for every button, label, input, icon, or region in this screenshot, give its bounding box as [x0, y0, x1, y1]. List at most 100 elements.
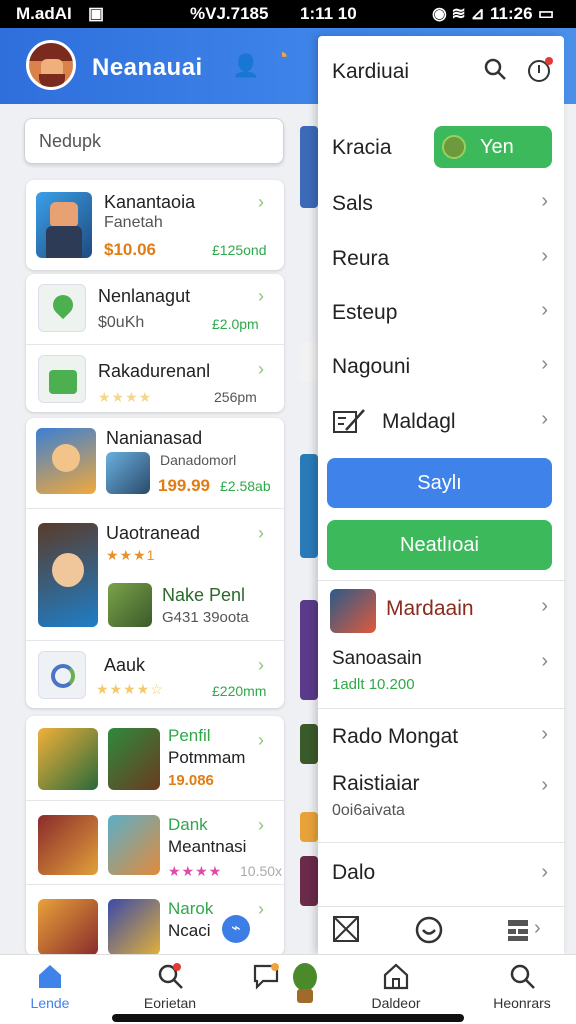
list-item[interactable]: Penfil Potmmam 19.086 ›: [26, 716, 284, 800]
item-meta: 256pm: [214, 389, 257, 405]
game-thumbnail: [36, 192, 92, 258]
menu-item-label: Mardaain: [386, 597, 474, 620]
user-icon[interactable]: 👤: [232, 52, 260, 80]
chevron-right-icon: ›: [258, 815, 264, 835]
nav-label: Daldeor: [371, 995, 421, 1011]
menu-item[interactable]: Nagouni ›: [318, 339, 564, 393]
search-icon: [472, 961, 572, 995]
item-title: Penfil: [168, 726, 211, 745]
chevron-right-icon: ›: [541, 245, 548, 267]
home-outline-icon: [346, 961, 446, 995]
menu-item[interactable]: Sals ›: [318, 176, 564, 230]
nav-item-search-2[interactable]: Heonrars: [472, 961, 572, 1011]
menu-item-label: Dalo: [332, 861, 376, 884]
status-time: 11:26: [490, 4, 533, 23]
chevron-right-icon: ›: [541, 408, 548, 430]
rating-stars: ★★★★☆: [96, 681, 164, 697]
item-meta: £2.0pm: [212, 316, 259, 332]
menu-item[interactable]: Mardaain ›: [318, 580, 564, 636]
avatar[interactable]: [26, 40, 76, 90]
menu-item[interactable]: Sanoasain 1adlt 10.200 ›: [318, 636, 564, 704]
menu-item-label: Maldagl: [382, 410, 456, 433]
rating-stars: ★★★★: [98, 389, 153, 405]
game-thumbnail: [36, 428, 96, 494]
list-item[interactable]: Rakadurenanl ★★★★ 256pm ›: [26, 344, 284, 412]
menu-item[interactable]: Maldagl ›: [318, 394, 564, 448]
chevron-right-icon: ›: [258, 655, 264, 675]
chevron-right-icon: ›: [534, 917, 541, 939]
plant-icon: [38, 355, 86, 403]
chevron-right-icon: ›: [258, 523, 264, 543]
rating-stars: ★★★★: [168, 863, 223, 879]
page-title: Neanauai: [92, 54, 203, 81]
item-subtitle: $0uKh: [98, 314, 145, 331]
drawer-title: Kardiuai: [332, 60, 410, 83]
chevron-right-icon: ›: [541, 723, 548, 745]
status-center2: 1:11 10: [300, 4, 357, 23]
menu-item[interactable]: Esteup ›: [318, 285, 564, 339]
nav-label: Eorietan: [143, 995, 197, 1011]
item-subtitle: Danadomorl: [160, 452, 237, 468]
item-meta: G431 39oota: [162, 609, 249, 626]
item-price: 199.99: [158, 476, 210, 495]
item-subtitle: Fanetah: [104, 214, 163, 231]
nav-label: Heonrars: [493, 995, 551, 1011]
image-icon[interactable]: [332, 915, 360, 948]
nav-item-home[interactable]: Lende: [0, 961, 100, 1011]
game-thumbnail: [106, 452, 150, 494]
item-subtitle: Potmmam: [168, 748, 246, 767]
secondary-button[interactable]: Neatlıoai: [327, 520, 552, 570]
list-card: Penfil Potmmam 19.086 › Dank Meantnasi ★…: [26, 716, 284, 956]
list-item[interactable]: Dank Meantnasi ★★★★ 10.50x ›: [26, 800, 284, 884]
list-item[interactable]: Nanianasad Danadomorl 199.99 £2.58ab: [26, 418, 284, 508]
item-title: Aauk: [104, 655, 146, 675]
item-subtitle: Ncaci: [168, 921, 211, 940]
game-thumbnail: [108, 728, 160, 790]
nav-item-search[interactable]: Eorietan: [120, 961, 220, 1011]
menu-item-label: Nagouni: [332, 355, 411, 378]
item-meta: £125ond: [212, 242, 267, 258]
status-bar: M.adAI ▣ %VJ.7185 1:11 10 ◉ ≋ ⊿ 11:26 ▭: [0, 0, 576, 28]
primary-button[interactable]: Saylı: [327, 458, 552, 508]
list-item[interactable]: Aauk ★★★★☆ £220mm ›: [26, 640, 284, 708]
game-thumbnail: [108, 815, 160, 875]
rating-stars: ★★★1: [106, 547, 156, 563]
list-item[interactable]: Nenlanagut $0uKh £2.0pm ›: [26, 274, 284, 344]
search-input[interactable]: Nedupk: [24, 118, 284, 164]
list-card: Nanianasad Danadomorl 199.99 £2.58ab Uao…: [26, 418, 284, 708]
menu-item[interactable]: Raistiaiar 0oi6aivata ›: [318, 764, 564, 834]
menu-item-label: Rado Mongat: [332, 725, 459, 748]
item-meta: 10.50x: [240, 863, 283, 879]
search-icon: [120, 961, 220, 995]
chat-bubble-icon[interactable]: ◔: [268, 42, 296, 70]
menu-item[interactable]: Reura ›: [318, 231, 564, 285]
toggle-switch[interactable]: Yen: [434, 126, 552, 168]
menu-grid-icon[interactable]: [506, 917, 532, 948]
item-title: Narok: [168, 899, 214, 918]
messenger-icon[interactable]: ⌁: [222, 915, 250, 943]
menu-item[interactable]: Rado Mongat ›: [318, 708, 564, 764]
menu-item-label: Reura: [332, 247, 390, 270]
list-card: Nenlanagut $0uKh £2.0pm › Rakadurenanl ★…: [26, 274, 284, 412]
item-title: Kanantaoia: [104, 192, 196, 212]
list-item[interactable]: Narok Ncaci ⌁ ›: [26, 884, 284, 956]
list-item[interactable]: Uaotranead ★★★1 Nake Penl G431 39oota ›: [26, 508, 284, 640]
smile-icon[interactable]: [414, 915, 444, 950]
item-meta: £220mm: [212, 683, 267, 699]
menu-item[interactable]: Dalo ›: [318, 842, 564, 902]
search-icon[interactable]: [482, 56, 508, 88]
chevron-right-icon: ›: [258, 192, 264, 212]
item-subtitle: Meantnasi: [168, 837, 247, 856]
side-drawer: Kardiuai Kracia Yen Sals › Reura › Esteu…: [318, 36, 564, 954]
item-title: Nenlanagut: [98, 286, 191, 306]
menu-item-label: Sals: [332, 192, 373, 215]
list-card[interactable]: Kanantaoia Fanetah $10.06 £125ond ›: [26, 180, 284, 270]
notification-icon[interactable]: [526, 56, 554, 90]
menu-item-sub: 1adlt 10.200: [332, 676, 415, 693]
toggle-label: Kracia: [332, 136, 392, 159]
home-indicator: [112, 1014, 464, 1022]
item-title: Rakadurenanl: [98, 361, 211, 381]
nav-item-home-outline[interactable]: Daldeor: [346, 961, 446, 1011]
battery-icon: ▭: [538, 4, 555, 23]
chevron-right-icon: ›: [541, 353, 548, 375]
